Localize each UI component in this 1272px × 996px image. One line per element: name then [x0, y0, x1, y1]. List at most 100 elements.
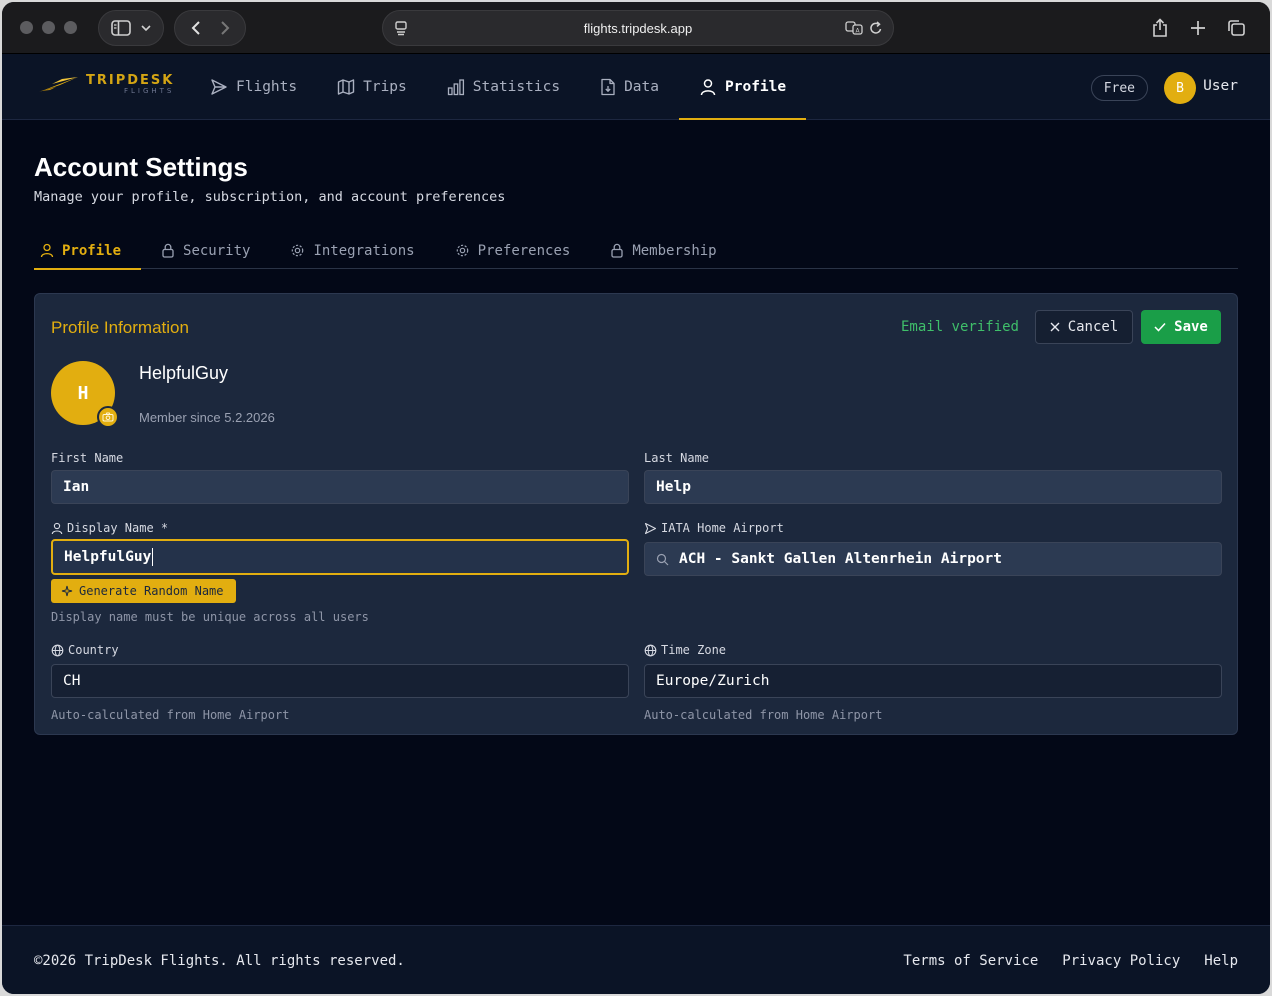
cancel-button[interactable]: Cancel: [1035, 310, 1133, 344]
cancel-label: Cancel: [1067, 319, 1119, 335]
forward-button[interactable]: [218, 20, 232, 36]
tab-label: Security: [183, 242, 251, 259]
nav-label: Statistics: [472, 79, 561, 95]
nav-item-data[interactable]: Data: [580, 54, 679, 120]
user-avatar[interactable]: B: [1164, 72, 1196, 104]
reload-icon[interactable]: [869, 20, 883, 36]
app-header: TRIPDESK FLIGHTS Flights Trips Statistic…: [2, 54, 1270, 120]
privacy-link[interactable]: Privacy Policy: [1062, 953, 1180, 969]
page-title: Account Settings: [34, 152, 248, 182]
save-button[interactable]: Save: [1141, 310, 1221, 344]
minimize-window-button[interactable]: [42, 21, 55, 34]
timezone-input: Europe/Zurich: [644, 664, 1222, 698]
section-title: Profile Information: [51, 318, 189, 337]
footer-links: Terms of Service Privacy Policy Help: [903, 953, 1238, 969]
home-airport-input[interactable]: ACH - Sankt Gallen Altenrhein Airport: [644, 542, 1222, 576]
search-icon: [656, 553, 669, 566]
profile-display-name: HelpfulGuy: [139, 363, 229, 383]
window-controls: [20, 21, 77, 34]
globe-icon: [644, 644, 657, 657]
address-bar[interactable]: flights.tripdesk.app A: [382, 10, 894, 46]
first-name-label: First Name: [51, 451, 124, 465]
sparkle-icon: [61, 585, 73, 597]
translate-icon[interactable]: A: [845, 20, 863, 36]
check-icon: [1154, 322, 1166, 332]
page-footer: ©2026 TripDesk Flights. All rights reser…: [2, 925, 1270, 994]
brand-subtitle: FLIGHTS: [123, 87, 175, 95]
browser-toolbar: flights.tripdesk.app A: [2, 2, 1270, 54]
tabs-icon: [1226, 19, 1246, 37]
sidebar-toggle-button[interactable]: [98, 10, 164, 46]
tab-security[interactable]: Security: [155, 232, 270, 269]
nav-item-flights[interactable]: Flights: [190, 54, 317, 120]
nav-item-profile[interactable]: Profile: [679, 54, 807, 120]
nav-item-trips[interactable]: Trips: [317, 54, 427, 120]
help-link[interactable]: Help: [1204, 953, 1238, 969]
email-status: Email verified: [900, 319, 1019, 335]
close-window-button[interactable]: [20, 21, 33, 34]
country-hint: Auto-calculated from Home Airport: [51, 708, 290, 722]
profile-card: Profile Information Email verified Cance…: [34, 293, 1238, 735]
generate-random-name-button[interactable]: Generate Random Name: [51, 579, 236, 603]
user-icon: [699, 78, 717, 96]
history-navigation: [174, 10, 246, 46]
lock-icon: [610, 243, 624, 258]
settings-tabs: Profile Security Integrations Preference…: [34, 232, 1238, 270]
member-since: Member since 5.2.2026: [139, 410, 275, 425]
tab-integrations[interactable]: Integrations: [284, 232, 434, 269]
tab-label: Integrations: [313, 242, 415, 259]
back-button[interactable]: [189, 20, 203, 36]
text-cursor: [152, 548, 154, 566]
plus-icon: [1190, 20, 1206, 36]
display-name-input[interactable]: HelpfulGuy: [51, 539, 629, 575]
tab-label: Preferences: [477, 242, 571, 259]
terms-link[interactable]: Terms of Service: [903, 953, 1038, 969]
new-tab-button[interactable]: [1182, 10, 1214, 46]
timezone-hint: Auto-calculated from Home Airport: [644, 708, 883, 722]
globe-icon: [51, 644, 64, 657]
plane-logo-icon: [38, 75, 80, 95]
brand-name: TRIPDESK: [86, 73, 175, 88]
nav-label: Data: [624, 79, 659, 95]
nav-label: Flights: [236, 79, 298, 95]
last-name-input[interactable]: Help: [644, 470, 1222, 504]
country-field: Country CH Auto-calculated from Home Air…: [51, 642, 629, 722]
country-input: CH: [51, 664, 629, 698]
user-menu[interactable]: User: [1203, 78, 1238, 94]
last-name-label: Last Name: [644, 451, 710, 465]
main-navigation: Flights Trips Statistics Data Profile: [190, 54, 807, 120]
change-photo-button[interactable]: [97, 406, 119, 428]
zoom-window-button[interactable]: [64, 21, 77, 34]
share-icon: [1151, 18, 1169, 38]
first-name-field: First Name Ian: [51, 450, 629, 504]
page-menu-icon[interactable]: [393, 20, 409, 36]
tab-label: Profile: [62, 242, 122, 259]
url-text: flights.tripdesk.app: [583, 20, 693, 36]
tab-membership[interactable]: Membership: [604, 232, 736, 269]
nav-item-statistics[interactable]: Statistics: [427, 54, 580, 120]
tab-overview-button[interactable]: [1220, 10, 1252, 46]
share-button[interactable]: [1144, 10, 1176, 46]
sidebar-icon: [111, 20, 131, 36]
gear-icon: [290, 243, 305, 258]
first-name-input[interactable]: Ian: [51, 470, 629, 504]
timezone-field: Time Zone Europe/Zurich Auto-calculated …: [644, 642, 1222, 722]
display-name-hint: Display name must be unique across all u…: [51, 610, 369, 624]
brand-logo[interactable]: TRIPDESK FLIGHTS: [38, 74, 174, 95]
tab-label: Membership: [632, 242, 717, 259]
map-icon: [337, 78, 355, 96]
save-label: Save: [1174, 319, 1208, 335]
home-airport-field: IATA Home Airport ACH - Sankt Gallen Alt…: [644, 520, 1222, 576]
timezone-label: Time Zone: [644, 642, 1222, 658]
tab-profile[interactable]: Profile: [34, 232, 142, 270]
copyright: ©2026 TripDesk Flights. All rights reser…: [34, 953, 405, 969]
user-icon: [51, 522, 63, 535]
page-subtitle: Manage your profile, subscription, and a…: [34, 189, 506, 205]
last-name-field: Last Name Help: [644, 450, 1222, 504]
tab-preferences[interactable]: Preferences: [449, 232, 591, 269]
camera-icon: [102, 412, 114, 422]
plan-badge[interactable]: Free: [1090, 75, 1148, 101]
bar-chart-icon: [447, 78, 465, 96]
user-icon: [40, 243, 54, 258]
nav-label: Profile: [725, 79, 787, 95]
